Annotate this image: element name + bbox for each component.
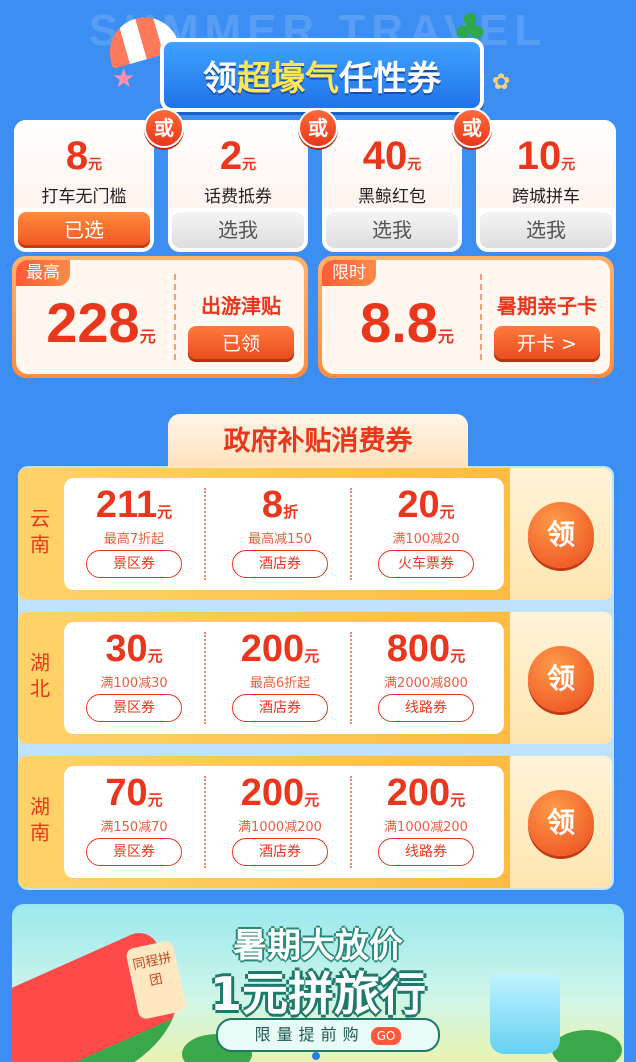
gov-coupon-type: 线路券 [378,694,474,722]
gov-coupon[interactable]: 800元 满2000减800 线路券 [356,622,496,734]
promo-card-travel-allowance: 最高 228元 出游津贴 已领 [12,256,308,378]
or-badge: 或 [298,108,338,148]
gov-coupon-value: 20元 [397,484,455,526]
open-card-button[interactable]: 开卡 > [494,326,600,362]
coupon-value: 10元 [516,134,576,178]
gov-coupon-type: 景区券 [86,550,182,578]
coupon-card-phone-bill: 2元 话费抵券 选我 [168,120,308,252]
gov-coupon[interactable]: 200元 满1000减200 线路券 [356,766,496,878]
claimed-button[interactable]: 已领 [188,326,294,362]
gov-coupon-condition: 最高7折起 [103,532,165,547]
promo-name: 出游津贴 [201,294,281,318]
page-title: 领超壕气 任性券 [160,38,484,112]
gov-coupon-condition: 满1000减200 [238,820,322,835]
gov-coupon-value: 70元 [105,772,163,814]
coupon-label: 话费抵券 [204,187,272,207]
gov-coupon-type: 酒店券 [232,694,328,722]
gov-coupon-condition: 最高6折起 [249,676,311,691]
leaf-icon [552,1030,622,1062]
gov-coupon-value: 200元 [240,772,320,814]
gov-coupon-condition: 满100减20 [392,532,460,547]
promo-name: 暑期亲子卡 [497,294,597,318]
gov-coupon-type: 景区券 [86,694,182,722]
gov-coupon-type: 景区券 [86,838,182,866]
or-badge: 或 [144,108,184,148]
promo-card-family-card: 限时 8.8元 暑期亲子卡 开卡 > [318,256,614,378]
select-button-taxi[interactable]: 已选 [18,212,150,248]
claim-button-hubei[interactable]: 领 [528,646,594,712]
or-badge: 或 [452,108,492,148]
province-row-yunnan: 云南 211元 最高7折起 景区券 8折 最高减150 酒店券 20元 满100… [18,468,612,600]
gov-coupon-value: 211元 [95,484,173,526]
gov-coupon-type: 酒店券 [232,550,328,578]
gov-coupon-type: 火车票券 [378,550,474,578]
coupon-label: 打车无门槛 [41,187,127,207]
claim-button-hunan[interactable]: 领 [528,790,594,856]
coupon-label: 黑鲸红包 [358,187,426,207]
gov-coupon[interactable]: 20元 满100减20 火车票券 [356,478,496,590]
banner-subheadline: 1元拼旅行 [209,967,426,1021]
page-title-highlight: 超壕气 [237,58,339,99]
province-row-hunan: 湖南 70元 满150减70 景区券 200元 满1000减200 酒店券 20… [18,756,612,888]
select-button-red-packet[interactable]: 选我 [326,212,458,248]
page-title-part: 领 [203,58,237,99]
gov-coupon-condition: 最高减150 [248,532,312,547]
province-label: 湖北 [26,652,51,704]
promo-tag: 最高 [16,260,70,286]
promo-tag: 限时 [322,260,376,286]
province-row-hubei: 湖北 30元 满100减30 景区券 200元 最高6折起 酒店券 800元 满… [18,612,612,744]
gov-coupon-type: 线路券 [378,838,474,866]
gov-coupon-condition: 满100减30 [100,676,168,691]
province-label: 云南 [26,508,51,560]
gov-coupon[interactable]: 211元 最高7折起 景区券 [64,478,206,590]
coupon-card-carpool: 10元 跨城拼车 选我 [476,120,616,252]
go-badge: GO [370,1027,402,1045]
gov-coupon[interactable]: 30元 满100减30 景区券 [64,622,206,734]
gov-coupon-condition: 满1000减200 [384,820,468,835]
gov-coupon-value: 200元 [386,772,466,814]
gov-subsidy-title: 政府补贴消费券 [168,414,468,470]
page-title-part: 任性券 [339,58,441,99]
coupon-value: 8元 [65,134,103,178]
coupon-value: 40元 [362,134,422,178]
gov-coupon-value: 800元 [386,628,466,670]
starfish-icon: ★ [112,64,136,94]
shell-icon: ✿ [492,70,511,95]
select-button-phone-bill[interactable]: 选我 [172,212,304,248]
promo-amount: 8.8元 [360,291,454,354]
gov-coupon[interactable]: 8折 最高减150 酒店券 [210,478,352,590]
claim-button-yunnan[interactable]: 领 [528,502,594,568]
select-button-carpool[interactable]: 选我 [480,212,612,248]
gov-coupon[interactable]: 200元 满1000减200 酒店券 [210,766,352,878]
presale-button[interactable]: 限量提前购 GO [216,1018,440,1052]
coupon-card-red-packet: 40元 黑鲸红包 选我 [322,120,462,252]
gov-coupon-type: 酒店券 [232,838,328,866]
gov-coupon-value: 30元 [105,628,163,670]
promo-amount: 228元 [46,291,156,354]
gov-coupon-value: 8折 [261,484,299,526]
gov-coupon[interactable]: 70元 满150减70 景区券 [64,766,206,878]
gov-coupon[interactable]: 200元 最高6折起 酒店券 [210,622,352,734]
carousel-dot[interactable] [312,1052,320,1060]
coupon-value: 2元 [219,134,257,178]
gov-coupon-condition: 满2000减800 [384,676,468,691]
coupon-card-taxi: 8元 打车无门槛 已选 [14,120,154,252]
group-travel-banner[interactable]: 同程拼团 暑期大放价 1元拼旅行 限量提前购 GO [12,904,624,1062]
gov-coupon-value: 200元 [240,628,320,670]
coupon-label: 跨城拼车 [512,187,580,207]
gov-coupon-condition: 满150减70 [100,820,168,835]
province-label: 湖南 [26,796,51,848]
